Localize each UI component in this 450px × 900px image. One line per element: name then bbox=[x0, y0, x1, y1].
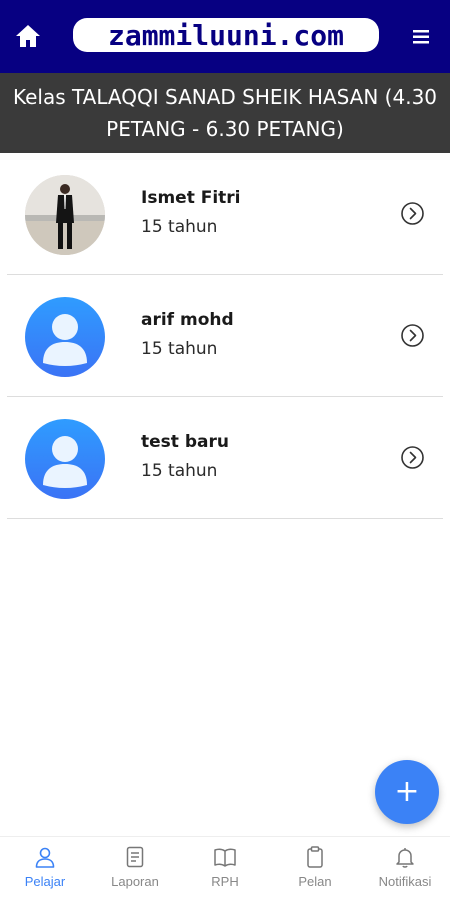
class-title-bar: Kelas TALAQQI SANAD SHEIK HASAN (4.30 PE… bbox=[0, 73, 450, 153]
divider bbox=[7, 518, 443, 519]
hamburger-menu-icon bbox=[413, 30, 429, 44]
nav-label: Pelan bbox=[298, 874, 332, 889]
nav-label: Pelajar bbox=[24, 874, 66, 889]
avatar bbox=[25, 175, 105, 255]
bell-icon bbox=[396, 848, 414, 868]
chevron-right-circle-icon[interactable] bbox=[400, 201, 425, 226]
nav-item-laporan[interactable]: Laporan bbox=[90, 837, 180, 900]
logo-text: zammiluuni.com bbox=[107, 18, 344, 52]
site-logo: zammiluuni.com bbox=[73, 18, 379, 52]
class-title: Kelas TALAQQI SANAD SHEIK HASAN (4.30 PE… bbox=[12, 85, 438, 141]
avatar bbox=[25, 297, 105, 377]
student-name: Ismet Fitri bbox=[141, 188, 241, 208]
default-user-icon bbox=[43, 314, 87, 366]
student-name: test baru bbox=[141, 432, 229, 452]
list-item[interactable]: Ismet Fitri 15 tahun bbox=[0, 153, 450, 275]
add-student-button[interactable]: + bbox=[375, 760, 439, 824]
home-button[interactable] bbox=[14, 22, 42, 50]
chevron-right-circle-icon[interactable] bbox=[400, 323, 425, 348]
student-photo bbox=[25, 175, 105, 255]
menu-button[interactable] bbox=[410, 26, 436, 48]
document-icon bbox=[126, 846, 144, 868]
nav-label: Notifikasi bbox=[378, 874, 432, 889]
book-icon bbox=[214, 848, 236, 867]
nav-item-pelajar[interactable]: Pelajar bbox=[0, 837, 90, 900]
chevron-right-circle-icon[interactable] bbox=[400, 445, 425, 470]
nav-item-notifikasi[interactable]: Notifikasi bbox=[360, 837, 450, 900]
nav-item-pelan[interactable]: Pelan bbox=[270, 837, 360, 900]
top-app-bar: zammiluuni.com bbox=[0, 0, 450, 73]
student-list: Ismet Fitri 15 tahun arif mohd 15 tahun bbox=[0, 153, 450, 519]
avatar bbox=[25, 419, 105, 499]
list-item[interactable]: arif mohd 15 tahun bbox=[0, 275, 450, 397]
student-age: 15 tahun bbox=[141, 339, 218, 359]
student-age: 15 tahun bbox=[141, 461, 218, 481]
person-icon bbox=[35, 847, 55, 868]
student-name: arif mohd bbox=[141, 310, 234, 330]
nav-label: Laporan bbox=[111, 874, 159, 889]
default-user-icon bbox=[43, 436, 87, 488]
student-age: 15 tahun bbox=[141, 217, 218, 237]
home-icon bbox=[16, 25, 40, 47]
bottom-navigation: Pelajar Laporan RPH Pelan Notifikasi bbox=[0, 836, 450, 900]
list-item[interactable]: test baru 15 tahun bbox=[0, 397, 450, 519]
nav-item-rph[interactable]: RPH bbox=[180, 837, 270, 900]
nav-label: RPH bbox=[211, 874, 239, 889]
plus-icon: + bbox=[394, 774, 420, 809]
clipboard-icon bbox=[307, 846, 323, 868]
